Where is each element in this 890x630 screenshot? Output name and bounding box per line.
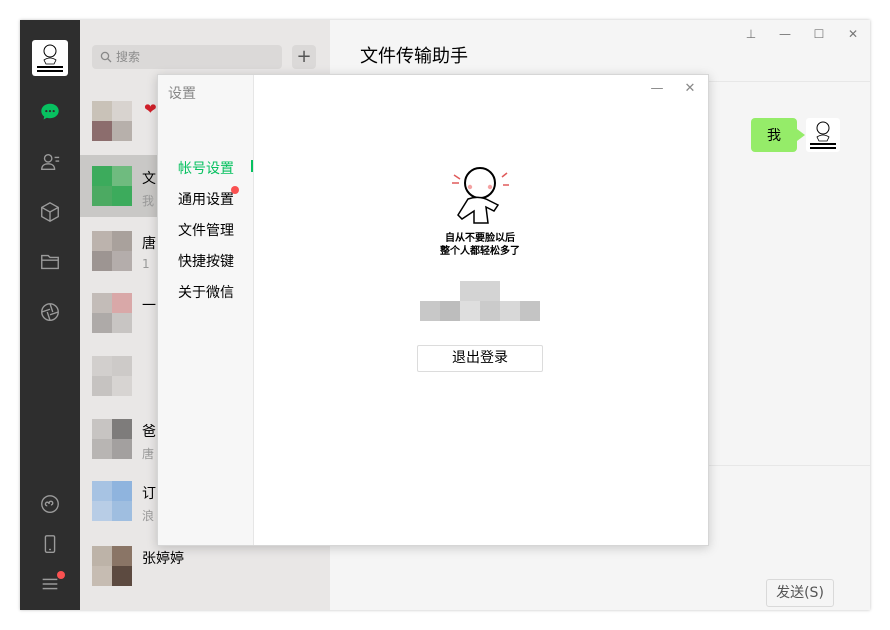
chat-avatar (92, 481, 132, 521)
settings-dialog: 设置 — ✕ 帐号设置 通用设置 文件管理 快捷按键 关于微信 自从不要脸以后 … (157, 74, 709, 546)
message-bubble[interactable]: 我 (751, 118, 805, 152)
close-button[interactable]: ✕ (843, 26, 863, 42)
profile-name-redacted (420, 281, 540, 321)
chat-name: 张婷婷 (142, 551, 184, 567)
contacts-icon[interactable] (38, 150, 62, 174)
profile-picture: 自从不要脸以后 整个人都轻松多了 (430, 161, 530, 261)
chat-preview: 浪 (142, 509, 155, 523)
chat-name: 爸 (142, 424, 156, 440)
menu-general-settings[interactable]: 通用设置 (178, 189, 234, 209)
dialog-minimize-button[interactable]: — (647, 81, 667, 97)
chat-icon[interactable] (38, 100, 62, 124)
chat-name: 文 (142, 171, 156, 187)
caption-line-1: 自从不要脸以后 (445, 231, 515, 244)
chat-avatar (92, 356, 132, 396)
active-indicator (251, 160, 253, 172)
chat-avatar (92, 293, 132, 333)
chat-title: 文件传输助手 (360, 46, 468, 67)
search-box[interactable] (92, 45, 282, 69)
chat-avatar (92, 231, 132, 271)
maximize-button[interactable]: ☐ (809, 26, 829, 42)
folder-icon[interactable] (38, 250, 62, 274)
logout-button[interactable]: 退出登录 (417, 345, 543, 372)
menu-about[interactable]: 关于微信 (178, 282, 234, 302)
chat-avatar (92, 546, 132, 586)
chat-name: 订 (142, 486, 156, 502)
message-text: 我 (767, 128, 781, 144)
minimize-button[interactable]: — (775, 26, 795, 42)
chat-preview: 唐 (142, 447, 155, 461)
chat-avatar (92, 419, 132, 459)
dialog-close-button[interactable]: ✕ (680, 81, 700, 97)
menu-shortcuts[interactable]: 快捷按键 (178, 251, 234, 271)
mini-program-box-icon[interactable] (38, 200, 62, 224)
menu-account-settings[interactable]: 帐号设置 (178, 158, 234, 178)
search-input[interactable] (116, 50, 266, 64)
moments-icon[interactable] (38, 300, 62, 324)
dialog-title: 设置 (168, 86, 196, 102)
add-button[interactable]: + (292, 45, 316, 69)
chat-avatar (92, 101, 132, 141)
send-button[interactable]: 发送(S) (766, 579, 834, 607)
message-avatar[interactable] (806, 118, 840, 152)
general-settings-badge (231, 186, 239, 194)
chat-name: 唐 (142, 236, 156, 252)
pin-icon[interactable]: ⊥ (741, 26, 761, 42)
heart-icon: ❤ (144, 100, 157, 118)
search-icon (100, 51, 112, 63)
settings-sidebar (158, 75, 254, 545)
user-avatar[interactable] (32, 40, 68, 76)
chat-avatar (92, 166, 132, 206)
chat-name: 一 (142, 298, 156, 314)
caption-line-2: 整个人都轻松多了 (439, 244, 520, 257)
nav-sidebar (20, 20, 80, 610)
menu-file-management[interactable]: 文件管理 (178, 220, 234, 240)
chat-preview: 我 (142, 194, 155, 208)
mini-program-icon[interactable] (38, 492, 62, 516)
chat-preview: 1 (142, 257, 150, 271)
phone-icon[interactable] (38, 532, 62, 556)
menu-badge (57, 571, 65, 579)
